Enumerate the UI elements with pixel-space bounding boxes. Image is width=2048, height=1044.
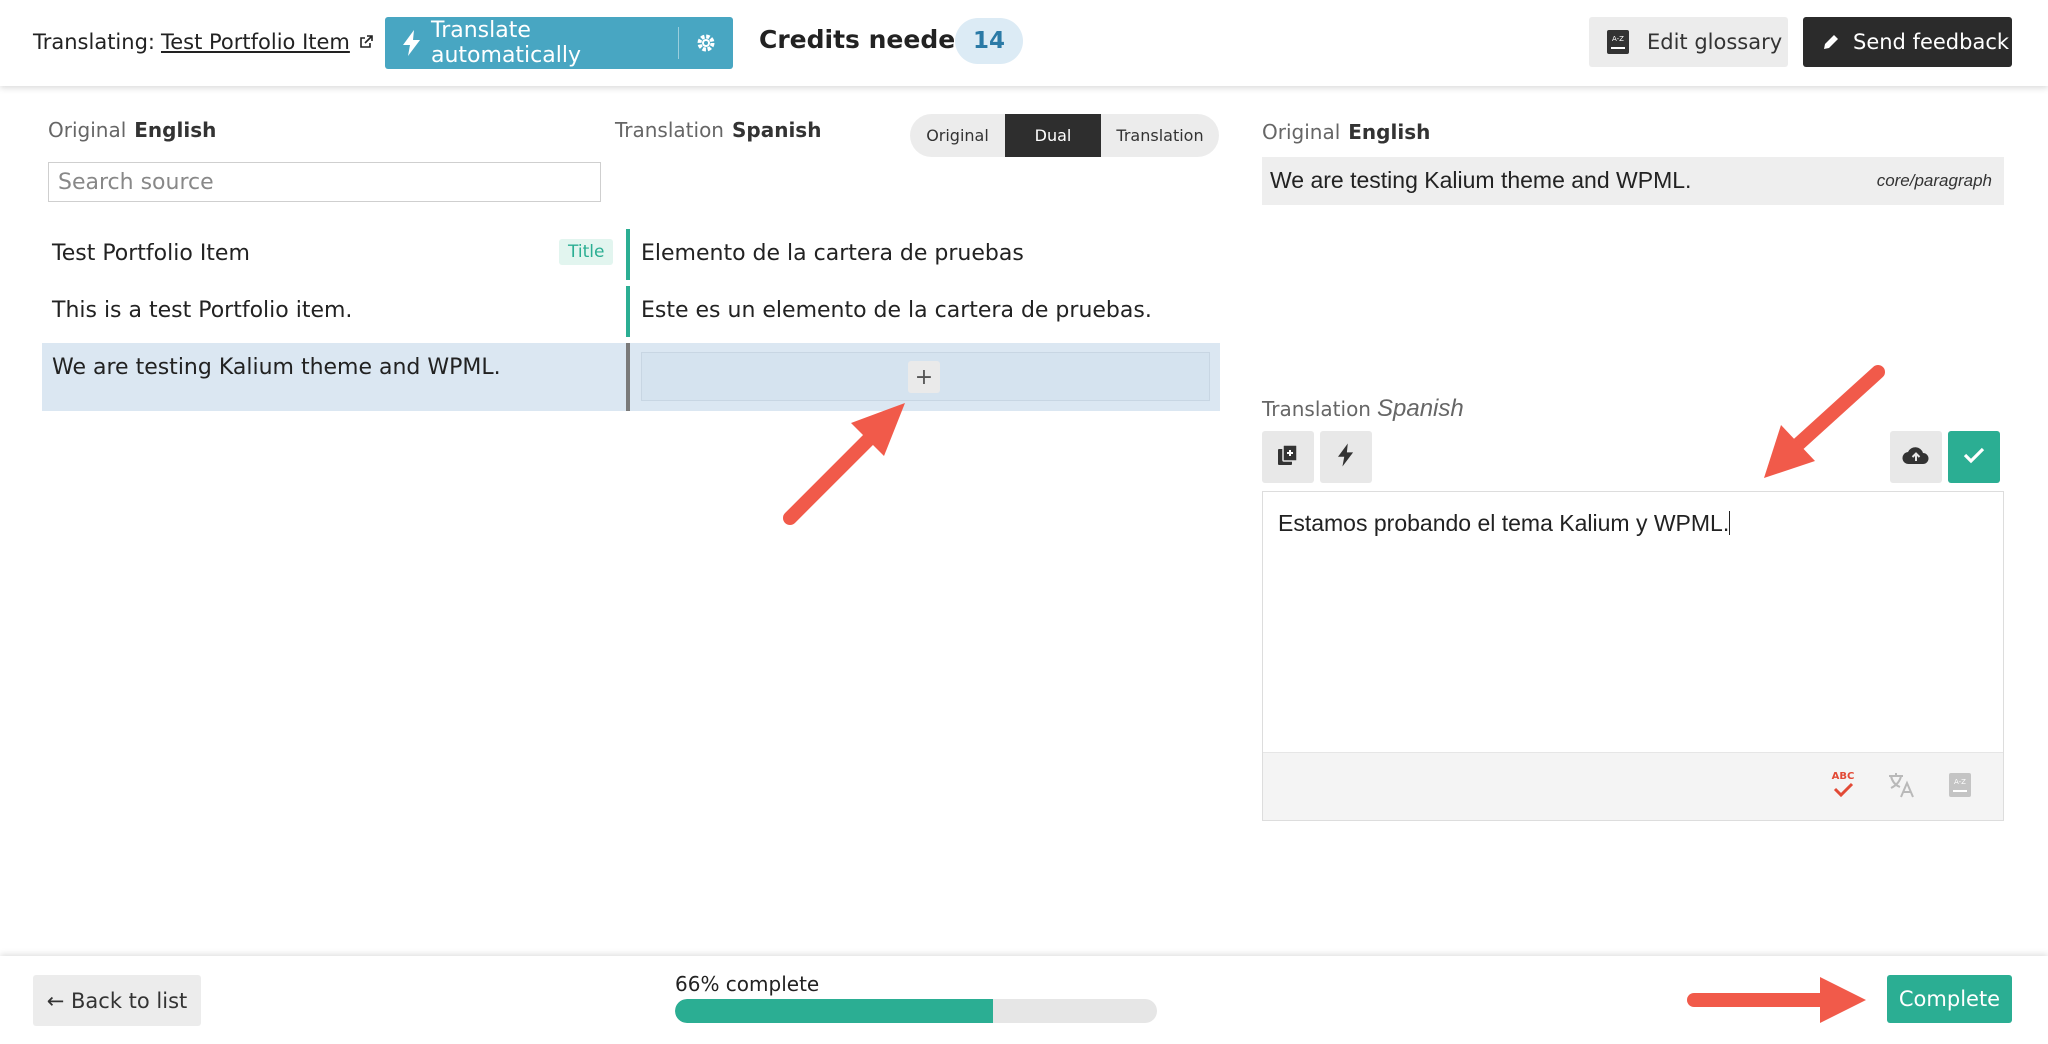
view-translation-button[interactable]: Translation [1101, 114, 1219, 157]
confirm-translation-button[interactable] [1948, 431, 2000, 483]
bolt-icon [385, 30, 429, 56]
check-icon [1963, 446, 1985, 468]
edit-glossary-button[interactable]: A-Z Edit glossary [1589, 17, 1788, 67]
editor-text-content: Estamos probando el tema Kalium y WPML. [1278, 510, 1730, 536]
add-translation-button[interactable]: + [908, 361, 940, 393]
svg-text:A-Z: A-Z [1954, 778, 1966, 786]
cloud-upload-icon [1902, 444, 1930, 470]
segment-row[interactable]: This is a test Portfolio item. Este es u… [42, 286, 1220, 337]
editor-original-header: Original English [1262, 120, 1430, 144]
original-label: Original [48, 118, 127, 142]
copy-original-button[interactable] [1262, 431, 1314, 483]
edit-glossary-label: Edit glossary [1647, 30, 1783, 54]
view-dual-button[interactable]: Dual [1005, 114, 1101, 157]
translation-editor-text[interactable]: Estamos probando el tema Kalium y WPML. [1278, 510, 1731, 537]
save-to-memory-button[interactable] [1890, 431, 1942, 483]
editor-translation-header: Translation Spanish [1262, 395, 1464, 423]
translation-column-header: Translation Spanish [615, 118, 821, 142]
translate-automatically-label: Translate automatically [431, 18, 581, 68]
editor-original-language: English [1348, 120, 1431, 144]
translating-info: Translating: Test Portfolio Item [33, 30, 373, 54]
copy-icon [1276, 443, 1300, 471]
credits-count-badge: 14 [955, 18, 1023, 64]
translate-automatically-button[interactable]: Translate automatically [385, 17, 733, 69]
segment-translation: Elemento de la cartera de pruebas [641, 241, 1024, 266]
original-text-box: We are testing Kalium theme and WPML. co… [1262, 157, 2004, 205]
machine-translate-button[interactable] [1320, 431, 1372, 483]
spellcheck-abc-label: ABC [1832, 771, 1855, 782]
segment-source: We are testing Kalium theme and WPML. [52, 355, 501, 380]
translation-language: Spanish [731, 118, 822, 142]
view-original-button[interactable]: Original [910, 114, 1005, 157]
original-text: We are testing Kalium theme and WPML. [1270, 167, 1692, 193]
segment-row-active[interactable]: We are testing Kalium theme and WPML. [42, 343, 1220, 411]
editor-translation-label: Translation [1262, 397, 1371, 421]
bottom-bar: ← Back to list 66% complete Complete [0, 956, 2048, 1044]
credits-needed-label: Credits needed [759, 25, 974, 54]
segment-source: This is a test Portfolio item. [52, 298, 353, 323]
pencil-icon [1803, 33, 1853, 51]
original-language: English [134, 118, 217, 142]
back-to-list-button[interactable]: ← Back to list [33, 975, 201, 1026]
translation-editor[interactable]: Estamos probando el tema Kalium y WPML. … [1262, 491, 2004, 821]
arrow-to-editor [1764, 365, 1885, 478]
status-bar [626, 229, 630, 280]
search-source-input[interactable] [48, 162, 601, 202]
spellcheck-icon[interactable]: ABC [1825, 767, 1861, 803]
send-feedback-button[interactable]: Send feedback [1803, 17, 2012, 67]
text-caret [1729, 511, 1731, 535]
translate-language-icon[interactable] [1883, 767, 1919, 803]
translating-label: Translating: [33, 30, 155, 54]
item-title-link[interactable]: Test Portfolio Item [161, 30, 350, 54]
glossary-icon[interactable]: A-Z [1942, 767, 1978, 803]
editor-translation-language: Spanish [1376, 395, 1464, 422]
complete-button[interactable]: Complete [1887, 975, 2012, 1023]
progress-label: 66% complete [675, 972, 820, 996]
progress-bar [675, 999, 1157, 1023]
segment-translation: Este es un elemento de la cartera de pru… [641, 298, 1152, 323]
glossary-icon: A-Z [1589, 29, 1647, 55]
status-bar [626, 286, 630, 337]
editor-original-label: Original [1262, 120, 1341, 144]
segment-row[interactable]: Test Portfolio Item Title Elemento de la… [42, 229, 1220, 280]
view-mode-toggle: Original Dual Translation [910, 114, 1219, 157]
translation-label: Translation [615, 118, 724, 142]
bolt-icon [1338, 443, 1354, 471]
gear-icon[interactable] [679, 33, 733, 53]
editor-footer: ABC A-Z [1263, 752, 2003, 820]
progress-fill [675, 999, 994, 1023]
title-tag: Title [559, 239, 614, 265]
send-feedback-label: Send feedback [1853, 30, 2010, 54]
arrow-to-add-button [783, 403, 905, 525]
status-bar [626, 343, 630, 411]
segment-source: Test Portfolio Item [52, 241, 250, 266]
block-type-label: core/paragraph [1876, 171, 1992, 190]
top-toolbar: Translating: Test Portfolio Item Translat… [0, 0, 2048, 86]
external-link-icon[interactable] [354, 35, 373, 53]
original-column-header: Original English [48, 118, 216, 142]
svg-text:A-Z: A-Z [1612, 35, 1624, 43]
